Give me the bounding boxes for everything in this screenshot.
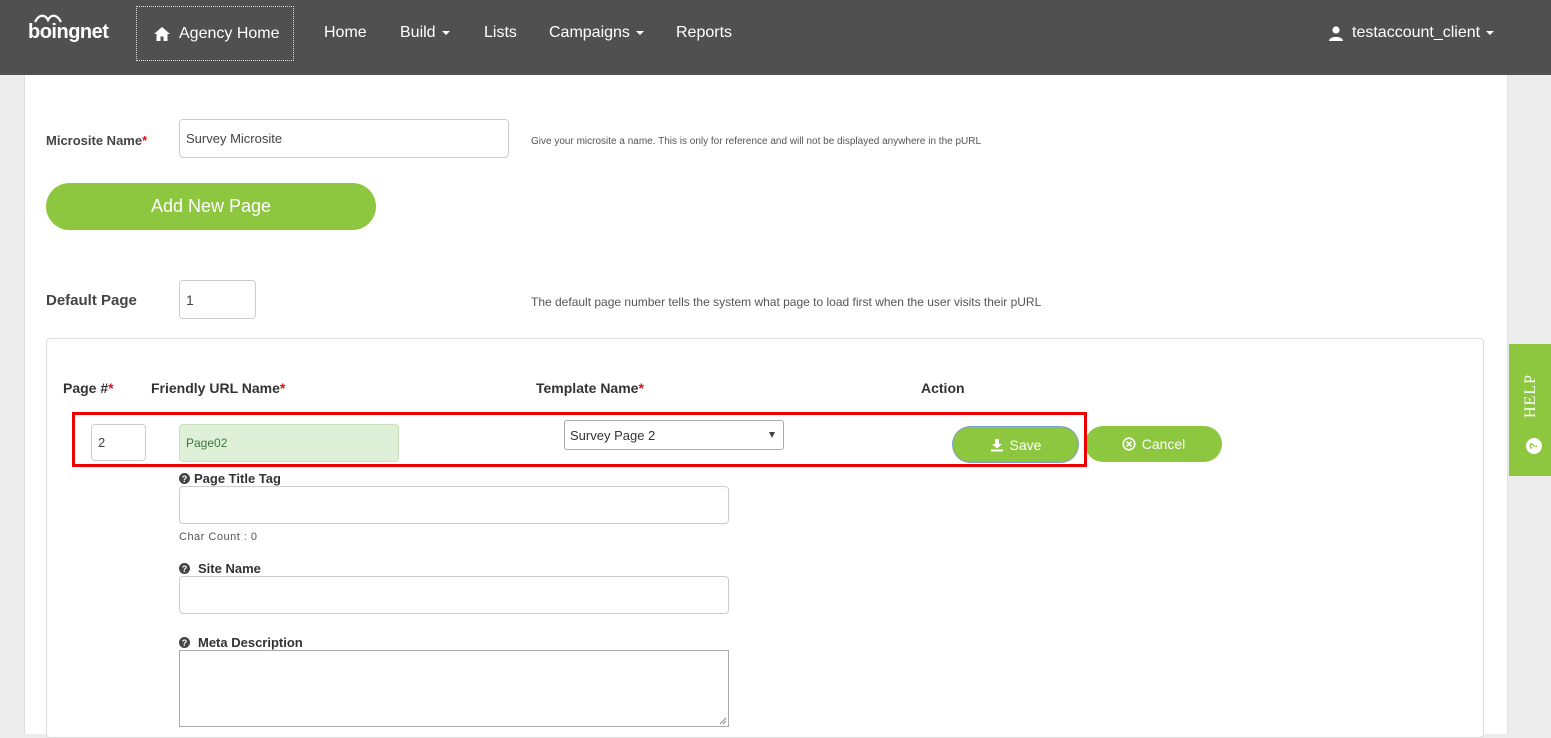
default-page-label: Default Page — [46, 292, 137, 309]
logo-text: boingnet — [28, 21, 109, 43]
cancel-button[interactable]: Cancel — [1085, 426, 1222, 462]
add-new-page-label: Add New Page — [150, 196, 272, 216]
nav-campaigns-label: Campaigns — [549, 24, 630, 41]
default-page-value: 1 — [186, 291, 194, 308]
nav-build-label: Build — [400, 24, 436, 41]
nav-lists-label: Lists — [484, 24, 517, 41]
highlight-outline — [72, 412, 1087, 467]
question-icon: ? — [179, 637, 190, 648]
site-name-label: ? Site Name — [179, 561, 261, 576]
meta-description-label: ? Meta Description — [179, 635, 303, 650]
nav-home-label: Home — [324, 24, 367, 41]
page-title-tag-input[interactable] — [179, 486, 729, 524]
microsite-name-input[interactable]: Survey Microsite — [179, 119, 509, 158]
char-count: Char Count : 0 — [179, 531, 258, 543]
caret-down-icon — [1486, 31, 1495, 35]
caret-down-icon — [635, 30, 644, 35]
microsite-name-hint: Give your microsite a name. This is only… — [531, 136, 982, 147]
meta-description-textarea[interactable] — [179, 650, 729, 727]
cancel-label: Cancel — [1141, 436, 1186, 452]
default-page-hint: The default page number tells the system… — [531, 295, 1042, 309]
header-action: Action — [921, 380, 965, 396]
header-template-name: Template Name* — [536, 380, 644, 396]
nav-reports-label: Reports — [676, 24, 733, 41]
nav-lists[interactable]: Lists — [484, 24, 517, 42]
header-page-number: Page #* — [63, 380, 114, 396]
nav-home[interactable]: Home — [324, 24, 367, 42]
nav-agency-home[interactable]: Agency Home — [136, 6, 294, 61]
page-title-tag-label: ? Page Title Tag — [179, 471, 281, 486]
caret-down-icon — [441, 30, 450, 35]
resize-handle-icon[interactable] — [719, 717, 727, 725]
default-page-input[interactable]: 1 — [179, 280, 256, 319]
microsite-name-value: Survey Microsite — [186, 131, 283, 146]
user-menu[interactable]: testaccount_client — [1328, 24, 1495, 42]
question-circle-icon: ? — [1526, 438, 1542, 454]
question-icon: ? — [179, 473, 190, 484]
site-name-input[interactable] — [179, 576, 729, 614]
nav-campaigns[interactable]: Campaigns — [549, 24, 644, 42]
nav-build[interactable]: Build — [400, 24, 450, 42]
user-icon — [1329, 26, 1343, 41]
nav-agency-home-label: Agency Home — [179, 24, 280, 42]
user-name: testaccount_client — [1352, 24, 1481, 41]
close-circle-icon — [1122, 437, 1136, 451]
add-new-page-button[interactable]: Add New Page — [46, 183, 376, 230]
question-icon: ? — [179, 563, 190, 574]
home-icon — [154, 26, 170, 41]
help-tab-label: HELP — [1522, 374, 1539, 418]
microsite-name-label: Microsite Name* — [46, 133, 148, 148]
header-friendly-url: Friendly URL Name* — [151, 380, 286, 396]
nav-reports[interactable]: Reports — [676, 24, 732, 42]
top-navbar: boingnet Agency Home Home Build Lists Ca… — [0, 0, 1551, 75]
boingnet-logo[interactable]: boingnet — [27, 12, 117, 52]
